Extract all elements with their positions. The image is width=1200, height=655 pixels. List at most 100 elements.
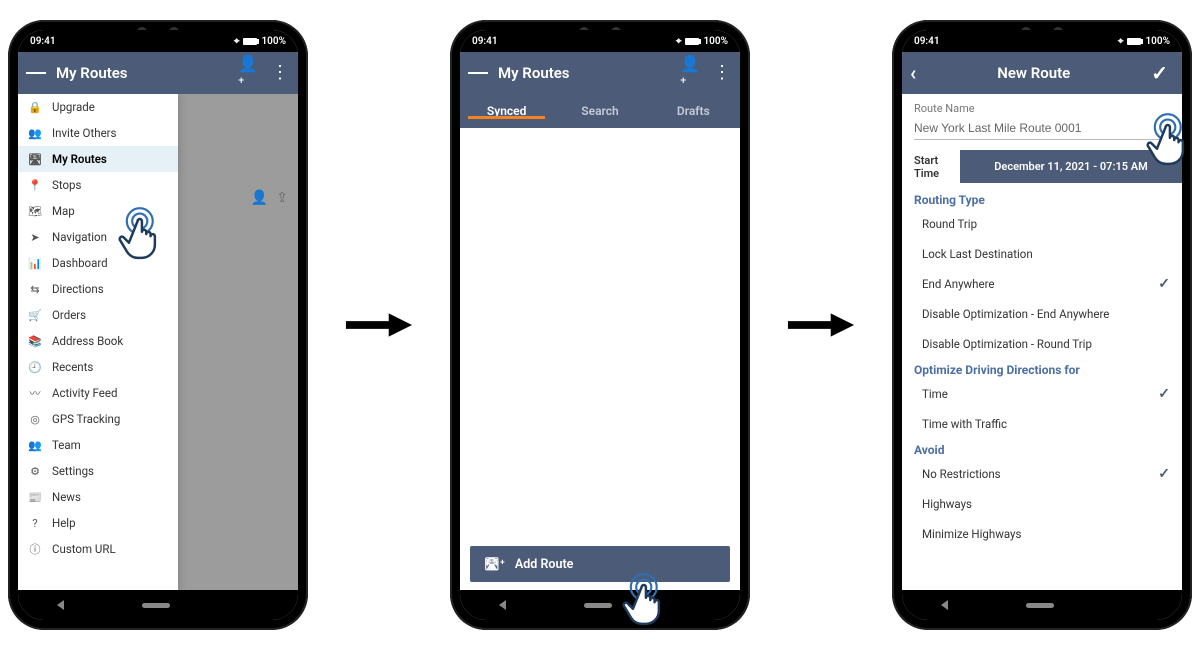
drawer-item-label: News <box>52 490 81 504</box>
share-icon[interactable]: ⇪ <box>276 190 288 206</box>
drawer-item-label: GPS Tracking <box>52 412 120 426</box>
drawer-item-orders[interactable]: 🛒Orders <box>18 302 178 328</box>
overflow-icon[interactable]: ⋮ <box>270 63 290 83</box>
navigation-icon: ➤ <box>28 231 42 244</box>
drawer-item-my-routes[interactable]: 🛣 My Routes <box>18 146 178 172</box>
start-time-value[interactable]: December 11, 2021 - 07:15 AM <box>960 150 1182 183</box>
drawer-item-upgrade[interactable]: 🔒Upgrade <box>18 94 178 120</box>
nav-back-icon[interactable] <box>57 600 64 610</box>
drawer-item-activity-feed[interactable]: 〰Activity Feed <box>18 380 178 406</box>
overflow-icon[interactable]: ⋮ <box>712 63 732 83</box>
app-title: My Routes <box>498 64 670 82</box>
option-label: Disable Optimization - End Anywhere <box>922 307 1109 321</box>
add-user-icon[interactable]: 👤⁺ <box>238 63 258 83</box>
routing-type-option[interactable]: Lock Last Destination <box>914 239 1170 269</box>
battery-pct: 100% <box>261 36 286 47</box>
directions-icon: ⇆ <box>28 283 42 296</box>
route-name-input[interactable] <box>914 119 1170 140</box>
location-icon: ⌖ <box>1118 36 1124 47</box>
app-bar: My Routes 👤⁺ ⋮ <box>460 52 740 94</box>
drawer-item-news[interactable]: 📰News <box>18 484 178 510</box>
routing-type-option[interactable]: Round Trip <box>914 209 1170 239</box>
menu-icon[interactable] <box>26 63 46 83</box>
activity-feed-icon: 〰 <box>28 385 42 401</box>
arrow-1 <box>334 307 424 343</box>
nav-back-icon[interactable] <box>941 600 948 610</box>
app-title: New Route <box>926 64 1141 82</box>
nav-back-icon[interactable] <box>499 600 506 610</box>
battery-pct: 100% <box>703 36 728 47</box>
optimize-option[interactable]: Time with Traffic <box>914 409 1170 439</box>
drawer-item-settings[interactable]: ⚙Settings <box>18 458 178 484</box>
my-routes-icon: 🛣 <box>28 153 42 166</box>
location-icon: ⌖ <box>234 36 240 47</box>
avoid-option[interactable]: Highways <box>914 489 1170 519</box>
custom-url-icon: ⓘ <box>28 541 42 557</box>
battery-icon <box>243 38 257 45</box>
phone-2: 09:41 ⌖ 100% My Routes 👤⁺ ⋮ SyncedSearch… <box>450 20 750 630</box>
team-icon: 👥 <box>28 439 42 452</box>
option-label: No Restrictions <box>922 467 1001 481</box>
optimize-option[interactable]: Time✓ <box>914 379 1170 409</box>
drawer-item-label: Map <box>52 204 75 218</box>
drawer-item-directions[interactable]: ⇆ Directions <box>18 276 178 302</box>
add-route-button[interactable]: 🛣⁺ Add Route <box>470 546 730 582</box>
status-bar: 09:41 ⌖ 100% <box>902 30 1182 52</box>
drawer-item-help[interactable]: ?Help <box>18 510 178 536</box>
back-icon[interactable]: ‹ <box>910 61 916 85</box>
new-route-form: Route Name Start Time December 11, 2021 … <box>902 94 1182 590</box>
option-label: Time with Traffic <box>922 417 1007 431</box>
status-time: 09:41 <box>914 36 940 47</box>
navigation-drawer[interactable]: 🔒Upgrade👥Invite Others 🛣 My Routes 📍Stops🗺M… <box>18 94 178 590</box>
status-bar: 09:41 ⌖ 100% <box>18 30 298 52</box>
scrim[interactable] <box>178 94 298 590</box>
location-icon: ⌖ <box>676 36 682 47</box>
gps-tracking-icon: ◎ <box>28 413 42 426</box>
share-user-icon[interactable]: 👤 <box>251 190 268 206</box>
routing-type-option[interactable]: Disable Optimization - Round Trip <box>914 329 1170 359</box>
add-user-icon[interactable]: 👤⁺ <box>680 63 700 83</box>
drawer-item-dashboard[interactable]: 📊 Dashboard <box>18 250 178 276</box>
app-bar: My Routes 👤⁺ ⋮ <box>18 52 298 94</box>
drawer-item-label: Stops <box>52 178 81 192</box>
address-book-icon: 📚 <box>28 335 42 348</box>
drawer-item-invite-others[interactable]: 👥Invite Others <box>18 120 178 146</box>
drawer-item-custom-url[interactable]: ⓘCustom URL <box>18 536 178 562</box>
drawer-item-navigation[interactable]: ➤ Navigation <box>18 224 178 250</box>
drawer-item-map[interactable]: 🗺Map <box>18 198 178 224</box>
option-label: Time <box>922 387 948 401</box>
toolbar-icons: 👤 ⇪ <box>251 190 288 206</box>
confirm-icon[interactable]: ✓ <box>1151 61 1174 85</box>
drawer-item-team[interactable]: 👥 Team <box>18 432 178 458</box>
avoid-header: Avoid <box>914 443 1170 457</box>
drawer-item-label: Navigation <box>52 230 107 244</box>
nav-home-icon[interactable] <box>142 603 170 608</box>
drawer-item-label: Team <box>52 438 81 452</box>
drawer-item-label: Orders <box>52 308 86 322</box>
phone-3: 09:41 ⌖ 100% ‹ New Route ✓ Route Name St… <box>892 20 1192 630</box>
check-icon: ✓ <box>1158 466 1170 482</box>
routing-type-option[interactable]: Disable Optimization - End Anywhere <box>914 299 1170 329</box>
tab-drafts[interactable]: Drafts <box>647 104 740 118</box>
avoid-option[interactable]: No Restrictions ✓ <box>914 459 1170 489</box>
nav-home-icon[interactable] <box>1026 603 1054 608</box>
app-bar: ‹ New Route ✓ <box>902 52 1182 94</box>
nav-home-icon[interactable] <box>584 603 612 608</box>
routing-type-option[interactable]: End Anywhere✓ <box>914 269 1170 299</box>
avoid-option[interactable]: Minimize Highways <box>914 519 1170 549</box>
drawer-item-label: Dashboard <box>52 256 108 270</box>
menu-icon[interactable] <box>468 63 488 83</box>
drawer-item-gps-tracking[interactable]: ◎ GPS Tracking <box>18 406 178 432</box>
start-time-row[interactable]: Start Time December 11, 2021 - 07:15 AM <box>902 150 1182 183</box>
dashboard-icon: 📊 <box>28 257 42 270</box>
battery-icon <box>1127 38 1141 45</box>
drawer-item-stops[interactable]: 📍Stops <box>18 172 178 198</box>
tab-synced[interactable]: Synced <box>460 104 553 118</box>
drawer-item-recents[interactable]: 🕘Recents <box>18 354 178 380</box>
drawer-item-label: Directions <box>52 282 104 296</box>
drawer-item-label: Settings <box>52 464 94 478</box>
drawer-item-label: My Routes <box>52 152 107 166</box>
drawer-item-address-book[interactable]: 📚Address Book <box>18 328 178 354</box>
option-label: Round Trip <box>922 217 977 231</box>
tab-search[interactable]: Search <box>553 104 646 118</box>
